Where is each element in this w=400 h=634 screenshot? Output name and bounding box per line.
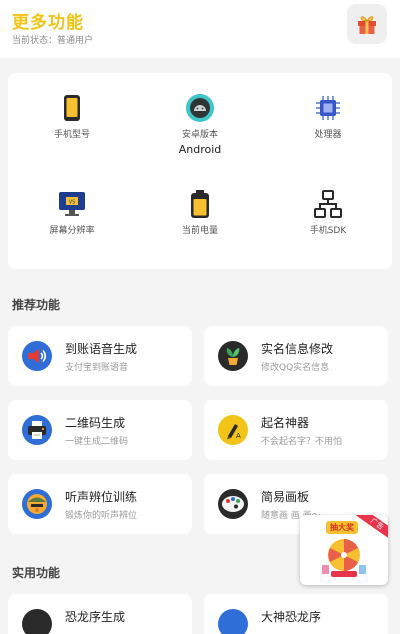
screen-resolution-icon: VS [57,189,87,219]
android-icon [185,93,215,123]
plant-icon [218,341,248,371]
battery-icon [185,189,215,219]
device-item-label: 手机SDK [309,226,347,236]
palette-icon [218,489,248,519]
feature-name: 实名信息修改 [261,342,334,356]
user-status: 当前状态：普通用户 [12,36,94,46]
feature-name: 恐龙序生成 [65,610,126,624]
ad-banner: 抽大奖 [326,521,358,534]
device-item-phone-model[interactable]: 手机型号 [8,93,136,140]
device-item-label: 处理器 [314,130,342,140]
gift-icon [358,16,376,34]
feature-desc: 支付宝到账语音 [65,363,129,373]
feature-desc: 锻炼你的听声辨位 [65,511,138,521]
device-item-label: 当前电量 [181,226,218,236]
device-item-sdk[interactable]: 手机SDK [264,189,392,236]
header: 更多功能 当前状态：普通用户 [0,0,400,58]
device-item-processor[interactable]: 处理器 [264,93,392,140]
gift-button[interactable] [347,4,387,44]
feature-card-practical-2[interactable]: 大神恐龙序 [204,594,388,634]
feature-name: 二维码生成 [65,416,126,430]
sdk-icon [313,189,343,219]
feature-card-sound-training[interactable]: 听声辨位训练 锻炼你的听声辨位 [8,474,192,534]
device-item-label: 手机型号 [53,130,90,140]
printer-icon [22,415,52,445]
feature-desc: 一键生成二维码 [65,437,129,447]
device-item-battery[interactable]: 当前电量 [136,189,264,236]
device-item-screen-resolution[interactable]: VS 屏幕分辨率 [8,189,136,236]
pen-icon: A [218,415,248,445]
feature-name: 到账语音生成 [65,342,138,356]
feature-card-realname[interactable]: 实名信息修改 修改QQ实名信息 [204,326,388,386]
soldier-icon [22,489,52,519]
tool-icon-1 [22,609,52,634]
feature-card-qrcode[interactable]: 二维码生成 一键生成二维码 [8,400,192,460]
section-title-recommended: 推荐功能 [12,298,61,312]
feature-desc: 不会起名字？不用怕 [261,437,343,447]
processor-icon [313,93,343,123]
device-item-value: Android [178,143,222,156]
phone-model-icon [57,93,87,123]
feature-name: 起名神器 [261,416,310,430]
svg-text:VS: VS [69,200,76,206]
tool-icon-2 [218,609,248,634]
floating-ad[interactable]: 抽大奖 广告 [300,515,388,585]
feature-card-voice[interactable]: 到账语音生成 支付宝到账语音 [8,326,192,386]
page-title: 更多功能 [12,13,84,33]
svg-text:A: A [236,432,241,440]
feature-card-practical-1[interactable]: 恐龙序生成 [8,594,192,634]
feature-name: 简易画板 [261,490,310,504]
feature-name: 大神恐龙序 [261,610,322,624]
feature-desc: 修改QQ实名信息 [261,363,330,373]
section-title-practical: 实用功能 [12,566,61,580]
device-info-card: 手机型号 安卓版本 Android 处理器 VS 屏幕分辨率 当前电量 手机SD… [8,73,392,269]
device-item-android-version[interactable]: 安卓版本 Android [136,93,264,156]
prize-wheel-icon [322,539,366,577]
voice-icon [22,341,52,371]
device-item-label: 安卓版本 [181,130,218,140]
device-item-label: 屏幕分辨率 [49,226,95,236]
feature-name: 听声辨位训练 [65,490,138,504]
feature-card-naming[interactable]: A 起名神器 不会起名字？不用怕 [204,400,388,460]
